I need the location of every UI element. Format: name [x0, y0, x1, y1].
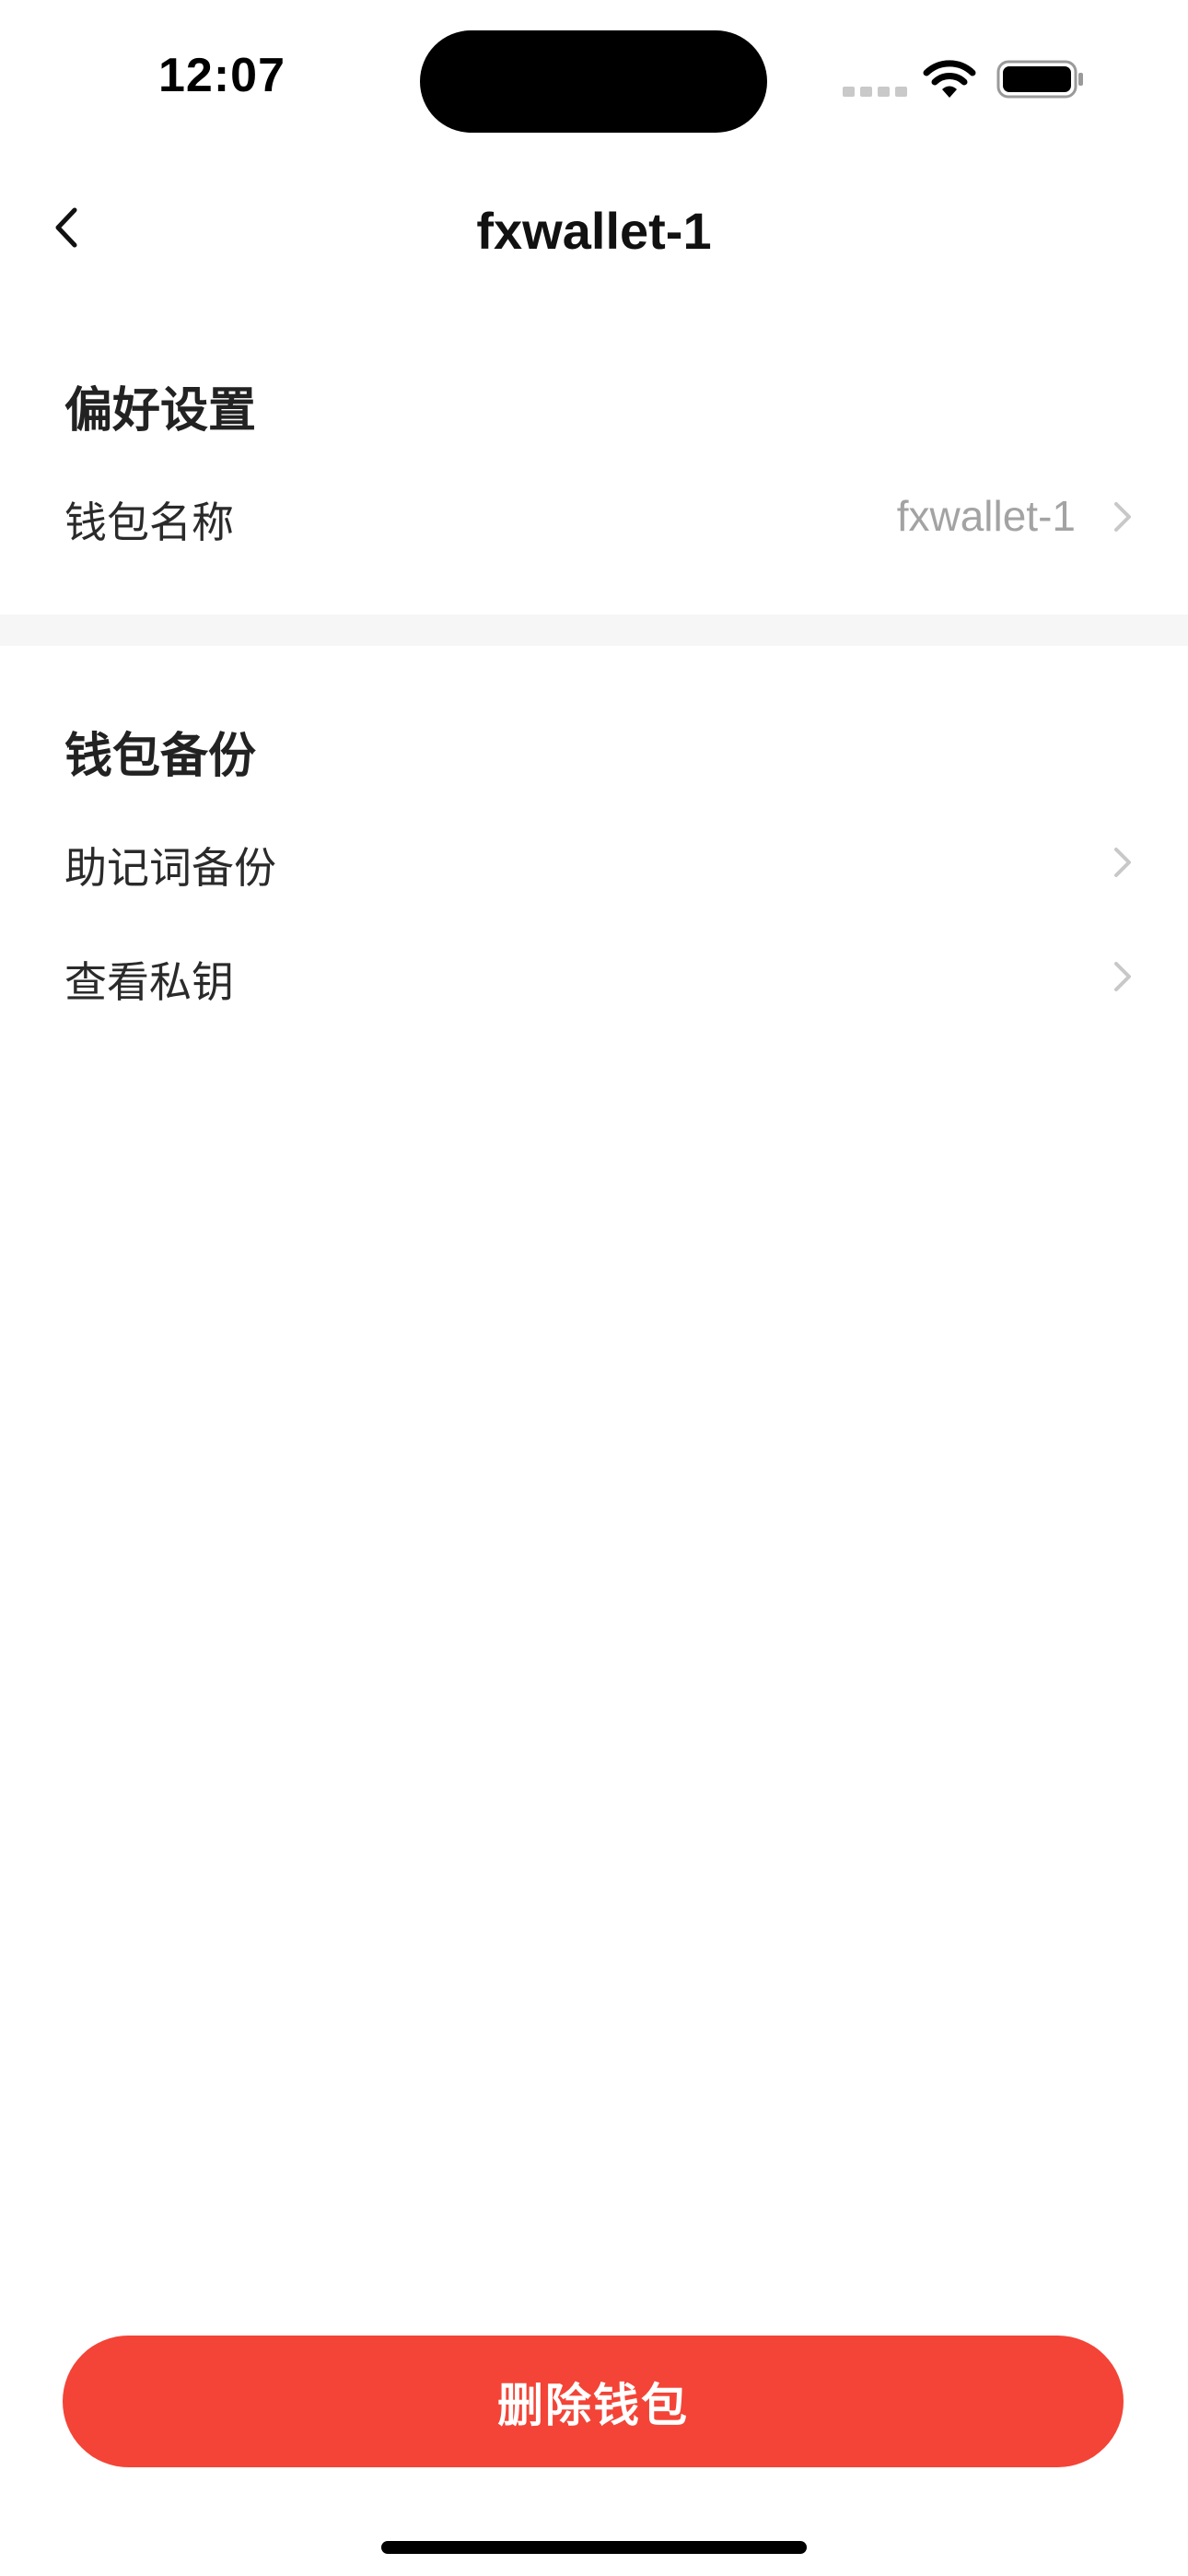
section-title-backup: 钱包备份: [64, 729, 257, 784]
wallet-name-row[interactable]: 钱包名称 fxwallet-1: [0, 465, 1188, 567]
status-time: 12:07: [158, 49, 285, 102]
mnemonic-backup-row[interactable]: 助记词备份: [0, 811, 1188, 912]
home-indicator: [381, 2541, 807, 2554]
battery-icon: [996, 60, 1083, 99]
page-title: fxwallet-1: [476, 202, 712, 260]
wifi-icon: [923, 60, 976, 98]
section-title-preferences: 偏好设置: [64, 383, 257, 439]
chevron-right-icon: [1114, 848, 1131, 877]
view-private-key-row[interactable]: 查看私钥: [0, 925, 1188, 1026]
delete-wallet-button[interactable]: 删除钱包: [63, 2336, 1124, 2467]
mnemonic-backup-label: 助记词备份: [64, 843, 276, 893]
wallet-name-value: fxwallet-1: [896, 492, 1076, 540]
navigation-bar: fxwallet-1: [0, 175, 1188, 295]
view-private-key-label: 查看私钥: [64, 957, 234, 1007]
cellular-signal-icon: [843, 87, 907, 97]
backup-section: 钱包备份 助记词备份 查看私钥: [0, 709, 1188, 1013]
chevron-right-icon: [1114, 502, 1131, 532]
dynamic-island: [420, 30, 767, 133]
wallet-name-label: 钱包名称: [64, 498, 234, 547]
section-divider: [0, 615, 1188, 646]
chevron-right-icon: [1114, 962, 1131, 991]
status-bar: 12:07: [0, 0, 1188, 138]
preferences-section: 偏好设置 钱包名称 fxwallet-1: [0, 364, 1188, 615]
